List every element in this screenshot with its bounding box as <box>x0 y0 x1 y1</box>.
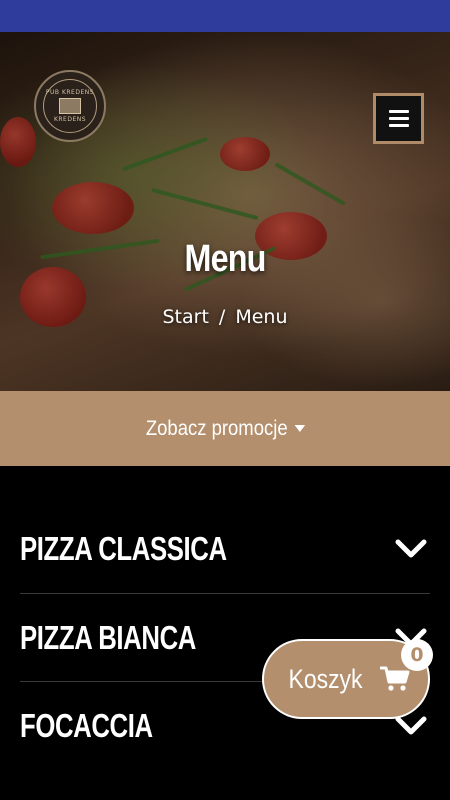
pub-logo[interactable]: PUB KREDENS KREDENS <box>34 70 106 142</box>
hamburger-icon-bar <box>388 117 409 120</box>
page-title: Menu <box>184 238 267 280</box>
building-icon <box>59 98 81 114</box>
breadcrumb-separator: / <box>218 306 226 328</box>
logo-emblem: PUB KREDENS KREDENS <box>43 79 97 133</box>
cart-count-badge: 0 <box>401 639 433 671</box>
hamburger-icon-bar <box>388 110 409 113</box>
breadcrumb-home-link[interactable]: Start <box>163 306 209 328</box>
caret-down-icon <box>294 425 305 433</box>
breadcrumb: Start / Menu <box>0 306 450 328</box>
cart-button[interactable]: Koszyk 0 <box>262 639 433 719</box>
shopping-cart-icon <box>379 666 410 691</box>
category-label: PIZZA CLASSICA <box>20 530 227 567</box>
category-label: FOCACCIA <box>20 706 153 744</box>
logo-top-text: PUB KREDENS <box>45 89 95 96</box>
breadcrumb-current: Menu <box>235 306 288 328</box>
hamburger-menu-button[interactable] <box>373 93 424 144</box>
chevron-down-icon <box>395 539 427 558</box>
status-bar <box>0 0 450 32</box>
promotions-toggle[interactable]: Zobacz promocje <box>0 391 450 466</box>
cart-label: Koszyk <box>289 663 363 694</box>
category-pizza-classica[interactable]: PIZZA CLASSICA <box>20 505 430 593</box>
promotions-label-text: Zobacz promocje <box>145 416 288 440</box>
category-label: PIZZA BIANCA <box>20 618 196 656</box>
logo-bottom-text: KREDENS <box>53 116 87 123</box>
hamburger-icon-bar <box>388 124 409 127</box>
promotions-label: Zobacz promocje <box>145 416 305 441</box>
